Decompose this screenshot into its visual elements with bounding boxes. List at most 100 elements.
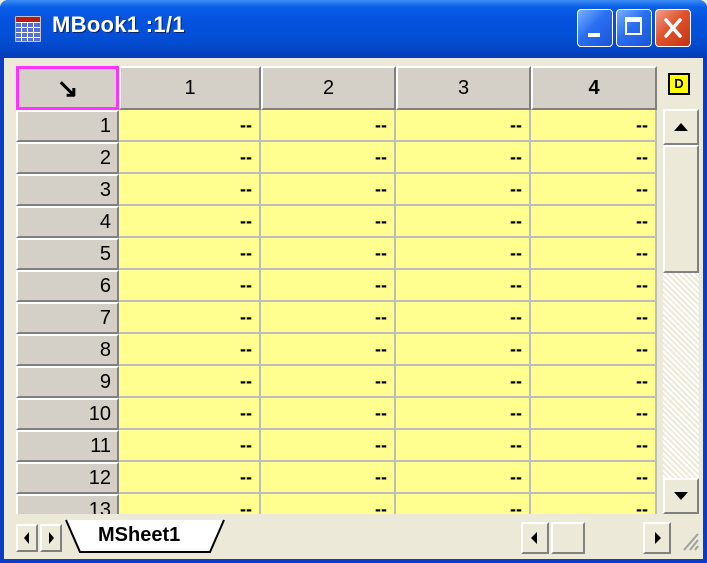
grid-cell[interactable]: -- (531, 302, 657, 334)
window-title: MBook1 :1/1 (52, 12, 185, 37)
grid-cell[interactable]: -- (261, 334, 396, 366)
grid-cell[interactable]: -- (261, 302, 396, 334)
sheet-tab-label: MSheet1 (98, 524, 181, 546)
select-all-corner[interactable]: ↘ (16, 66, 119, 110)
grid-cell[interactable]: -- (119, 270, 261, 302)
grid-cell[interactable]: -- (531, 462, 657, 494)
resize-grip-icon[interactable] (676, 524, 700, 552)
grid-cell[interactable]: -- (396, 238, 531, 270)
row-header-7[interactable]: 7 (16, 302, 119, 334)
minimize-icon (588, 33, 600, 37)
sheet-prev-button[interactable] (16, 524, 38, 552)
minimize-button[interactable] (577, 9, 613, 47)
grid-cell[interactable]: -- (261, 462, 396, 494)
grid-cell[interactable]: -- (531, 334, 657, 366)
arrow-down-icon (674, 492, 688, 500)
row-header-9[interactable]: 9 (16, 366, 119, 398)
grid-cell[interactable]: -- (396, 174, 531, 206)
grid-cell[interactable]: -- (119, 366, 261, 398)
workbook-client-area: ↘ 1 2 3 4 1 -- -- -- -- 2 -- -- -- -- 3 -- -- -- -- 4 -- -- --… (4, 58, 703, 559)
vertical-scroll-thumb[interactable] (663, 145, 699, 273)
grid-cell[interactable]: -- (119, 398, 261, 430)
grid-cell[interactable]: -- (531, 366, 657, 398)
row-header-11[interactable]: 11 (16, 430, 119, 462)
grid-cell[interactable]: -- (261, 110, 396, 142)
grid-cell[interactable]: -- (261, 494, 396, 514)
row-header-8[interactable]: 8 (16, 334, 119, 366)
grid-cell[interactable]: -- (531, 174, 657, 206)
row-header-4[interactable]: 4 (16, 206, 119, 238)
hscroll-right-button[interactable] (643, 522, 671, 554)
row-header-10[interactable]: 10 (16, 398, 119, 430)
title-bar[interactable]: MBook1 :1/1 (0, 0, 707, 58)
row-header-2[interactable]: 2 (16, 142, 119, 174)
grid-cell[interactable]: -- (119, 174, 261, 206)
row-header-3[interactable]: 3 (16, 174, 119, 206)
grid-cell[interactable]: -- (396, 110, 531, 142)
grid-cell[interactable]: -- (261, 270, 396, 302)
grid-cell[interactable]: -- (261, 238, 396, 270)
grid-cell[interactable]: -- (531, 142, 657, 174)
grid-cell[interactable]: -- (396, 398, 531, 430)
grid-cell[interactable]: -- (261, 430, 396, 462)
d-button-icon: D (674, 76, 684, 91)
column-header-1[interactable]: 1 (119, 66, 261, 110)
grid-cell[interactable]: -- (119, 494, 261, 514)
grid-cell[interactable]: -- (261, 206, 396, 238)
arrow-right-icon (655, 532, 661, 544)
grid-cell[interactable]: -- (396, 142, 531, 174)
grid-cell[interactable]: -- (119, 238, 261, 270)
row-header-13[interactable]: 13 (16, 494, 119, 514)
grid-cell[interactable]: -- (396, 206, 531, 238)
grid-cell[interactable]: -- (396, 334, 531, 366)
vertical-scrollbar[interactable] (663, 109, 699, 514)
grid-cell[interactable]: -- (531, 110, 657, 142)
grid-cell[interactable]: -- (119, 110, 261, 142)
row-header-5[interactable]: 5 (16, 238, 119, 270)
arrow-left-icon (531, 532, 537, 544)
grid-cell[interactable]: -- (396, 270, 531, 302)
grid-cell[interactable]: -- (396, 366, 531, 398)
grid-cell[interactable]: -- (531, 238, 657, 270)
arrow-up-icon (674, 123, 688, 131)
corner-arrow-icon: ↘ (56, 72, 79, 103)
grid-cell[interactable]: -- (396, 462, 531, 494)
row-header-12[interactable]: 12 (16, 462, 119, 494)
grid-cell[interactable]: -- (531, 494, 657, 514)
grid-cell[interactable]: -- (119, 206, 261, 238)
grid-cell[interactable]: -- (531, 430, 657, 462)
grid-cell[interactable]: -- (119, 302, 261, 334)
maximize-icon (625, 17, 642, 35)
grid-cell[interactable]: -- (119, 430, 261, 462)
grid-cell[interactable]: -- (531, 270, 657, 302)
arrow-right-icon (49, 532, 54, 544)
sheet-next-button[interactable] (40, 524, 62, 552)
grid-cell[interactable]: -- (119, 462, 261, 494)
column-header-2[interactable]: 2 (261, 66, 396, 110)
column-header-4[interactable]: 4 (531, 66, 657, 110)
column-menu-button[interactable]: D (668, 73, 690, 95)
grid-cell[interactable]: -- (261, 398, 396, 430)
row-header-1[interactable]: 1 (16, 110, 119, 142)
horizontal-scroll-thumb[interactable] (551, 522, 585, 554)
scroll-down-button[interactable] (663, 478, 699, 514)
horizontal-scrollbar[interactable] (521, 522, 671, 554)
grid-cell[interactable]: -- (396, 430, 531, 462)
grid-cell[interactable]: -- (119, 142, 261, 174)
close-button[interactable] (655, 9, 691, 47)
grid-cell[interactable]: -- (261, 366, 396, 398)
row-header-6[interactable]: 6 (16, 270, 119, 302)
grid-cell[interactable]: -- (261, 174, 396, 206)
worksheet-grid: ↘ 1 2 3 4 1 -- -- -- -- 2 -- -- -- -- 3 -- -- -- -- 4 -- -- --… (16, 66, 657, 514)
workbook-window: MBook1 :1/1 ↘ 1 2 3 4 1 -- -- -- -- 2 -- -- -- -- 3 -- -… (0, 0, 707, 563)
maximize-button[interactable] (616, 9, 652, 47)
column-header-3[interactable]: 3 (396, 66, 531, 110)
grid-cell[interactable]: -- (396, 302, 531, 334)
grid-cell[interactable]: -- (396, 494, 531, 514)
grid-cell[interactable]: -- (119, 334, 261, 366)
grid-cell[interactable]: -- (531, 206, 657, 238)
hscroll-left-button[interactable] (521, 522, 549, 554)
grid-cell[interactable]: -- (531, 398, 657, 430)
grid-cell[interactable]: -- (261, 142, 396, 174)
scroll-up-button[interactable] (663, 109, 699, 145)
